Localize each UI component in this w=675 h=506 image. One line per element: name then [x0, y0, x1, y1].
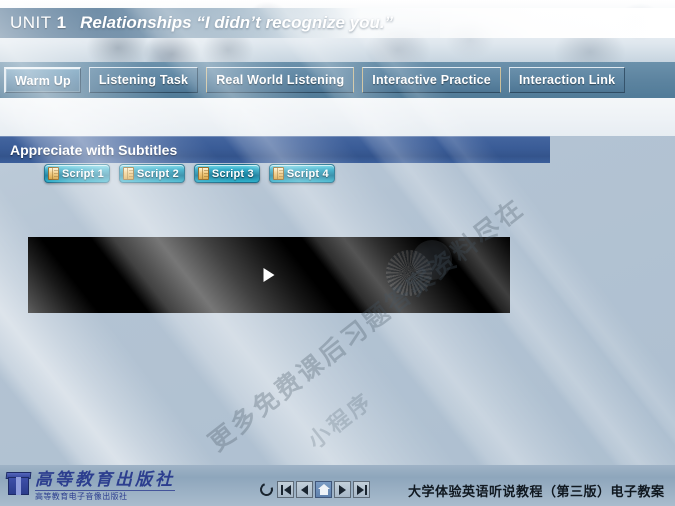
- book-icon: [272, 167, 284, 180]
- tab-listening-task-label: Listening Task: [98, 73, 189, 87]
- book-icon: [122, 167, 134, 180]
- tab-real-world-listening[interactable]: Real World Listening: [206, 67, 355, 93]
- presentation-page: UNIT 1 Relationships “I didn’t recognize…: [0, 0, 675, 506]
- script-button-row: Script 1 Script 2 Script 3 Script 4: [44, 164, 335, 183]
- previous-page-button[interactable]: [296, 481, 313, 498]
- tab-real-world-listening-label: Real World Listening: [216, 73, 345, 87]
- course-title: 大学体验英语听说教程（第三版）电子教案: [408, 485, 665, 500]
- previous-page-icon: [301, 484, 308, 495]
- page-title: Relationships “I didn’t recognize you.”: [80, 13, 394, 32]
- home-button[interactable]: [315, 481, 332, 498]
- publisher-logo: 高等教育出版社 高等教育电子音像出版社: [5, 470, 175, 502]
- script-1-label: Script 1: [62, 167, 104, 180]
- content-top-strip: [0, 98, 675, 136]
- script-2-button[interactable]: Script 2: [118, 164, 185, 183]
- home-icon: [317, 484, 330, 495]
- tab-listening-task[interactable]: Listening Task: [88, 67, 199, 93]
- reload-button[interactable]: [257, 480, 276, 499]
- tab-interactive-practice-label: Interactive Practice: [372, 73, 491, 87]
- play-triangle-icon[interactable]: [263, 268, 275, 282]
- tab-interaction-link[interactable]: Interaction Link: [508, 67, 626, 93]
- script-1-button[interactable]: Script 1: [44, 164, 110, 183]
- section-title: Appreciate with Subtitles: [10, 141, 178, 158]
- tab-warm-up[interactable]: Warm Up: [4, 67, 81, 93]
- script-3-label: Script 3: [211, 167, 254, 180]
- unit-number: 1: [56, 13, 67, 32]
- reload-icon: [257, 480, 276, 499]
- publisher-name: 高等教育出版社: [35, 470, 175, 490]
- next-page-icon: [339, 484, 346, 495]
- header-title-strip: [440, 8, 675, 38]
- next-page-button[interactable]: [334, 481, 351, 498]
- tab-warm-up-label: Warm Up: [15, 73, 71, 88]
- section-banner: Appreciate with Subtitles: [0, 136, 550, 163]
- page-header: UNIT 1 Relationships “I didn’t recognize…: [0, 0, 675, 62]
- script-3-button[interactable]: Script 3: [193, 164, 260, 183]
- tab-interactive-practice[interactable]: Interactive Practice: [362, 67, 501, 93]
- navigation-controls: [257, 480, 370, 499]
- tab-interaction-link-label: Interaction Link: [518, 73, 616, 87]
- book-icon: [48, 167, 59, 180]
- tab-list: Warm Up Listening Task Real World Listen…: [0, 62, 629, 98]
- first-page-button[interactable]: [277, 481, 294, 498]
- unit-label: UNIT: [10, 13, 52, 32]
- last-page-button[interactable]: [353, 481, 370, 498]
- main-tab-bar: Warm Up Listening Task Real World Listen…: [0, 62, 675, 98]
- script-4-label: Script 4: [286, 167, 329, 180]
- video-player[interactable]: [28, 237, 510, 313]
- unit-title-bar: UNIT 1 Relationships “I didn’t recognize…: [0, 8, 440, 38]
- last-page-icon: [356, 484, 364, 495]
- publisher-subname: 高等教育电子音像出版社: [35, 490, 175, 502]
- script-4-button[interactable]: Script 4: [268, 164, 335, 183]
- publisher-logo-icon: [5, 470, 32, 497]
- script-2-label: Script 2: [136, 167, 179, 180]
- book-icon: [197, 167, 209, 180]
- first-page-icon: [280, 484, 283, 495]
